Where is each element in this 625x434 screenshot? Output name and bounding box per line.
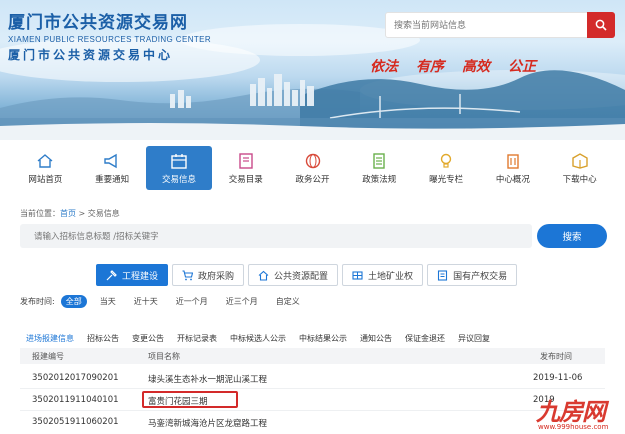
megaphone-icon [102,152,122,170]
site-subtitle: 厦门市公共资源交易中心 [8,48,174,62]
table-row[interactable]: 3502051911060201 马銮湾新城海沧片区龙窟路工程 [20,411,605,433]
watermark-logo-text: 九房网 [536,397,606,426]
table-header: 报建编号 项目名称 发布时间 [20,348,605,364]
slogan-text: 公正 [508,59,536,75]
row-code: 3502012017090201 [32,373,119,383]
nav-item-exposure[interactable]: 曝光专栏 [413,146,480,190]
slogan-text: 有序 [416,59,444,75]
content-panel: 当前位置：首页 > 交易信息 搜索 工程建设 政府采购 公共资源配置 土地矿业权… [10,198,615,434]
globe-icon [303,152,323,170]
breadcrumb: 当前位置：首页 > 交易信息 [20,208,120,219]
slogan-text: 高效 [462,59,490,75]
site-search-input[interactable] [386,14,576,38]
time-option-3-months[interactable]: 近三个月 [221,295,263,308]
bulb-icon [436,152,456,170]
time-filter: 发布时间: 全部 当天 近十天 近一个月 近三个月 自定义 [20,295,313,308]
header-name: 项目名称 [148,352,180,361]
nav-item-trading-info[interactable]: 交易信息 [145,146,213,190]
row-date: 2019-11-06 [533,373,583,383]
watermark: 九房网 www.999house.com [536,392,608,431]
search-icon [595,19,607,31]
row-project-link[interactable]: 埭头溪生态补水一期泥山溪工程 [148,373,267,385]
site-search-box [385,12,615,38]
nav-item-label: 曝光专栏 [429,174,464,185]
row-project-link[interactable]: 马銮湾新城海沧片区龙窟路工程 [148,417,267,429]
nav-item-label: 下载中心 [562,174,597,185]
time-option-10-days[interactable]: 近十天 [129,295,163,308]
tab-public-resources[interactable]: 公共资源配置 [248,264,339,286]
tab-land-mining[interactable]: 土地矿业权 [342,264,424,286]
tab-engineering[interactable]: 工程建设 [96,264,169,286]
nav-item-home[interactable]: 网站首页 [12,146,79,190]
document-icon [369,152,389,170]
nav-item-notices[interactable]: 重要通知 [79,146,146,190]
hammer-icon [106,269,117,280]
nav-item-downloads[interactable]: 下载中心 [546,146,613,190]
nav-item-policies[interactable]: 政策法规 [346,146,413,190]
row-project-link[interactable]: 富贵门花园三期 [148,395,208,407]
main-nav: 网站首页 重要通知 交易信息 交易目录 政务公开 政策法规 曝光专栏 中心概况 … [12,146,613,190]
nav-item-label: 政策法规 [362,174,397,185]
nav-item-label: 重要通知 [95,174,130,185]
nav-item-gov-affairs[interactable]: 政务公开 [279,146,346,190]
breadcrumb-separator: > [76,209,88,218]
nav-item-catalog[interactable]: 交易目录 [212,146,279,190]
site-title-en: XIAMEN PUBLIC RESOURCES TRADING CENTER [8,35,212,44]
tab-gov-procurement[interactable]: 政府采购 [172,264,245,286]
breadcrumb-home-link[interactable]: 首页 [60,209,76,218]
table-row[interactable]: 3502011911040101 富贵门花园三期 2019 [20,389,605,411]
time-option-custom[interactable]: 自定义 [271,295,305,308]
tab-label: 工程建设 [122,271,159,282]
tab-state-assets[interactable]: 国有产权交易 [427,264,518,286]
cart-icon [182,269,194,280]
nav-item-overview[interactable]: 中心概况 [479,146,546,190]
nav-item-label: 交易信息 [161,174,196,185]
row-code: 3502011911040101 [32,395,119,405]
breadcrumb-current: 交易信息 [87,209,120,218]
bid-search-button[interactable]: 搜索 [537,224,607,248]
land-grid-icon [352,270,363,280]
tab-label: 土地矿业权 [368,271,414,282]
tab-label: 国有产权交易 [453,271,508,282]
header-date: 发布时间 [540,352,572,361]
tab-label: 政府采购 [198,271,235,282]
time-filter-label: 发布时间: [20,297,55,306]
tab-label: 公共资源配置 [274,271,329,282]
header-code: 报建编号 [32,352,64,361]
slogan-text: 依法 [370,59,398,75]
nav-item-label: 网站首页 [28,174,63,185]
time-option-all[interactable]: 全部 [60,295,87,308]
calendar-icon [169,152,189,170]
home-icon [35,152,55,170]
catalog-icon [236,152,256,170]
site-logo[interactable]: 厦门市公共资源交易网 XIAMEN PUBLIC RESOURCES TRADI… [8,8,268,63]
category-tabs: 工程建设 政府采购 公共资源配置 土地矿业权 国有产权交易 [96,264,518,286]
breadcrumb-prefix: 当前位置： [20,209,60,218]
time-option-today[interactable]: 当天 [95,295,121,308]
certificate-icon [438,269,448,281]
download-box-icon [570,152,590,170]
table-row[interactable]: 3502012017090201 埭头溪生态补水一期泥山溪工程 2019-11-… [20,367,605,389]
nav-item-label: 交易目录 [228,174,263,185]
site-search-button[interactable] [587,12,615,38]
slogan-row: 依法 有序 高效 公正 [370,56,536,76]
nav-item-label: 政务公开 [295,174,330,185]
bid-search-box [20,224,532,249]
time-option-1-month[interactable]: 近一个月 [171,295,213,308]
building-icon [503,152,523,170]
house-icon [258,270,269,281]
row-code: 3502051911060201 [32,417,119,427]
header-banner: 厦门市公共资源交易网 XIAMEN PUBLIC RESOURCES TRADI… [0,0,625,140]
nav-item-label: 中心概况 [495,174,530,185]
bid-search-input[interactable] [20,225,532,249]
site-title: 厦门市公共资源交易网 [8,13,188,33]
